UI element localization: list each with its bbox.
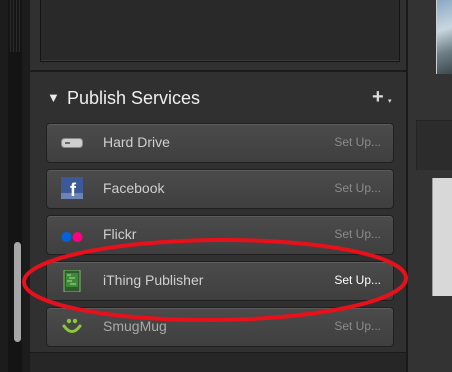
service-row-facebook[interactable]: f Facebook Set Up... (46, 169, 394, 209)
service-row-smugmug[interactable]: SmugMug Set Up... (46, 307, 394, 347)
service-label: Facebook (103, 180, 165, 196)
service-row-flickr[interactable]: Flickr Set Up... (46, 215, 394, 255)
service-label: iThing Publisher (103, 272, 204, 288)
scrollbar-grip[interactable] (10, 0, 20, 52)
panel-divider (30, 70, 406, 72)
service-row-ithing-publisher[interactable]: iThing Publisher Set Up... (46, 261, 394, 301)
previous-panel-content (40, 0, 400, 62)
scrollbar-thumb[interactable] (14, 242, 21, 342)
svg-text:f: f (70, 180, 77, 199)
setup-button[interactable]: Set Up... (334, 273, 381, 288)
hard-drive-icon (61, 133, 83, 153)
service-label: SmugMug (103, 318, 167, 334)
setup-button[interactable]: Set Up... (334, 319, 381, 334)
flickr-icon (61, 225, 83, 245)
setup-button[interactable]: Set Up... (334, 135, 381, 150)
grid-cell-highlight (432, 178, 452, 296)
service-label: Hard Drive (103, 134, 170, 150)
collapse-triangle-icon[interactable]: ▼ (47, 90, 60, 106)
smugmug-icon (61, 317, 83, 337)
grid-cell (416, 120, 452, 170)
add-service-dropdown-icon[interactable]: ▾ (388, 98, 392, 106)
facebook-icon: f (61, 177, 83, 200)
service-row-hard-drive[interactable]: Hard Drive Set Up... (46, 123, 394, 163)
panel-title[interactable]: Publish Services (67, 87, 200, 109)
service-label: Flickr (103, 226, 137, 242)
setup-button[interactable]: Set Up... (334, 227, 381, 242)
photo-thumbnail[interactable] (436, 0, 452, 74)
setup-button[interactable]: Set Up... (334, 181, 381, 196)
ithing-publisher-icon (61, 269, 83, 293)
add-service-button[interactable]: + (372, 86, 384, 108)
next-panel-header (30, 352, 406, 372)
